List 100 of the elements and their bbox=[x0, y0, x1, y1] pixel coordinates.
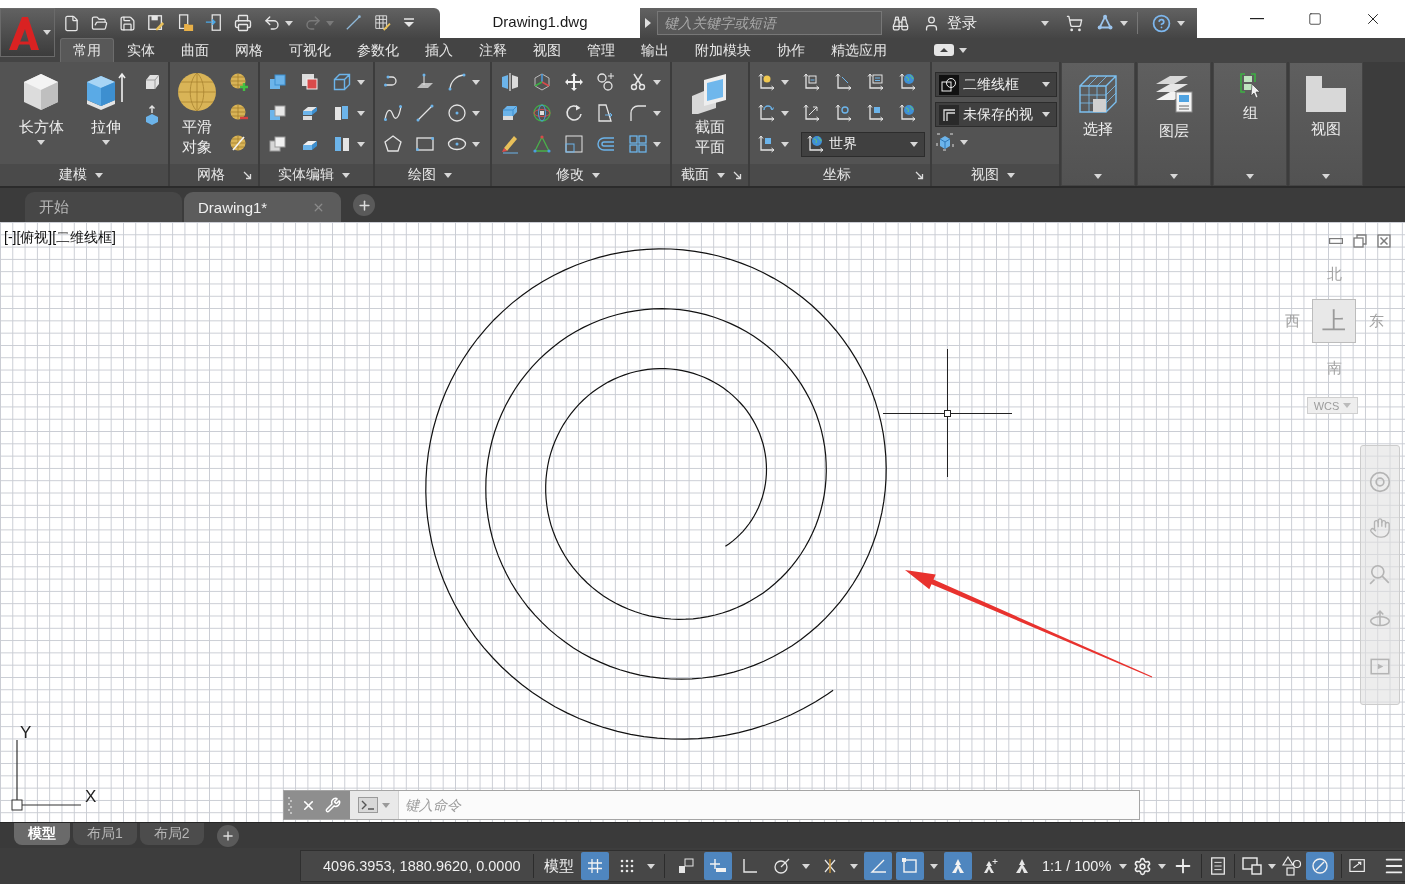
gizmo-icon[interactable] bbox=[532, 72, 552, 92]
grip-icon[interactable] bbox=[288, 795, 292, 815]
figure-toggle[interactable] bbox=[944, 852, 972, 880]
binoculars-icon[interactable] bbox=[892, 14, 909, 32]
ribbon-tab[interactable]: 可视化 bbox=[276, 38, 344, 62]
annotation-scale-button[interactable]: 1:1 / 100% bbox=[1040, 852, 1114, 880]
ribbon-tab[interactable]: 曲面 bbox=[168, 38, 222, 62]
collapse-icon[interactable] bbox=[934, 44, 954, 56]
panel-title[interactable]: 网格 bbox=[170, 164, 258, 186]
close-icon[interactable] bbox=[1377, 234, 1391, 248]
layout-tab[interactable]: 布局2 bbox=[139, 823, 204, 845]
prompt-icon[interactable] bbox=[358, 797, 378, 813]
ribbon-tab[interactable]: 附加模块 bbox=[682, 38, 764, 62]
axes-icon[interactable] bbox=[833, 103, 853, 123]
square-corner-toggle[interactable] bbox=[896, 852, 924, 880]
caret-icon[interactable] bbox=[357, 141, 365, 147]
axes-globe-icon[interactable] bbox=[897, 72, 917, 92]
axes-globe-icon[interactable] bbox=[805, 134, 825, 154]
move-arrows-icon[interactable] bbox=[564, 72, 584, 92]
dropdown[interactable]: 未保存的视 bbox=[935, 102, 1057, 127]
panel-title[interactable]: 视图 bbox=[932, 164, 1059, 186]
rotate-icon[interactable] bbox=[564, 103, 584, 123]
ribbon-tab[interactable]: 注释 bbox=[466, 38, 520, 62]
panel-title[interactable]: 截面 bbox=[672, 164, 748, 186]
sphere-plus-icon[interactable] bbox=[229, 72, 249, 92]
tool-button[interactable]: 长方体 bbox=[12, 70, 70, 145]
scissors-icon[interactable] bbox=[628, 72, 648, 92]
spline-icon[interactable] bbox=[383, 103, 403, 123]
open-folder-icon[interactable] bbox=[91, 14, 108, 32]
ribbon-tab[interactable]: 精选应用 bbox=[818, 38, 900, 62]
caret-icon[interactable] bbox=[357, 110, 365, 116]
dropdown[interactable]: 二维线框 bbox=[935, 72, 1057, 97]
ribbon-tab[interactable]: 常用 bbox=[60, 38, 114, 62]
block-icon[interactable] bbox=[500, 103, 520, 123]
caret-icon[interactable] bbox=[357, 79, 365, 85]
squares-icon[interactable] bbox=[300, 72, 320, 92]
tool-button[interactable]: 拉伸 bbox=[80, 70, 132, 145]
undo-icon[interactable] bbox=[263, 14, 281, 32]
axes-square-icon[interactable] bbox=[801, 72, 821, 92]
sign-in-button[interactable]: 登录 bbox=[923, 13, 977, 33]
arc-icon[interactable] bbox=[447, 72, 467, 92]
cube-icon[interactable] bbox=[935, 132, 955, 152]
axes-arrow-icon[interactable] bbox=[756, 103, 776, 123]
caret-icon[interactable] bbox=[285, 20, 293, 26]
caret-icon[interactable] bbox=[1268, 863, 1277, 869]
plus-bar-toggle[interactable] bbox=[704, 852, 732, 880]
triangle-nodes-icon[interactable] bbox=[1097, 14, 1115, 32]
export-icon[interactable] bbox=[205, 14, 223, 32]
dropdown[interactable]: 世界 bbox=[801, 131, 925, 157]
drawing-canvas[interactable]: [-][俯视][二维线框] Y X 北 西 上 东 南 WCS 键入命令 bbox=[0, 222, 1405, 822]
ribbon-tab[interactable]: 输出 bbox=[628, 38, 682, 62]
panels-icon[interactable] bbox=[332, 134, 352, 154]
caret-icon[interactable] bbox=[472, 110, 480, 116]
ribbon-tab[interactable]: 参数化 bbox=[344, 38, 412, 62]
print-icon[interactable] bbox=[234, 14, 252, 32]
ribbon-button[interactable]: 视图 bbox=[1289, 62, 1363, 186]
caret-icon[interactable] bbox=[1177, 20, 1185, 26]
ribbon-tab[interactable]: 协作 bbox=[764, 38, 818, 62]
caret-icon[interactable] bbox=[1120, 20, 1128, 26]
viewport-control[interactable]: [俯视] bbox=[16, 229, 53, 247]
panel-title[interactable]: 坐标 bbox=[750, 164, 930, 186]
caret-icon[interactable] bbox=[647, 863, 655, 869]
caret-icon[interactable] bbox=[653, 141, 661, 147]
new-layout-button[interactable] bbox=[216, 824, 239, 847]
line-icon[interactable] bbox=[415, 103, 435, 123]
panel-title[interactable]: 建模 bbox=[0, 164, 168, 186]
ribbon-button[interactable]: 组 bbox=[1213, 62, 1287, 186]
viewport-control[interactable]: [二维线框] bbox=[52, 229, 116, 247]
layout-tab[interactable]: 布局1 bbox=[73, 823, 137, 845]
caret-icon[interactable] bbox=[1041, 20, 1049, 26]
workspace-icon[interactable] bbox=[374, 14, 392, 32]
wrench-icon[interactable] bbox=[325, 797, 341, 813]
search-field[interactable]: 键入关键字或短语 bbox=[657, 11, 882, 35]
caret-icon[interactable] bbox=[653, 79, 661, 85]
caret-icon[interactable] bbox=[781, 141, 789, 147]
cart-icon[interactable] bbox=[1066, 14, 1083, 32]
caret-icon[interactable] bbox=[960, 139, 968, 145]
circle-icon[interactable] bbox=[447, 103, 467, 123]
axes-bulb-icon[interactable] bbox=[756, 72, 776, 92]
axes-square-icon[interactable] bbox=[865, 103, 885, 123]
settings-icon[interactable] bbox=[1133, 856, 1153, 876]
panel-title[interactable]: 修改 bbox=[492, 164, 670, 186]
fullscreen-icon[interactable] bbox=[1349, 857, 1368, 875]
viewport-control[interactable]: [-] bbox=[4, 229, 17, 247]
stacked-squares-icon[interactable] bbox=[268, 134, 288, 154]
panel-title[interactable]: 绘图 bbox=[375, 164, 490, 186]
axes-icon[interactable] bbox=[833, 72, 853, 92]
caret-icon[interactable] bbox=[472, 141, 480, 147]
grid-toggle[interactable] bbox=[581, 852, 609, 880]
caret-icon[interactable] bbox=[472, 79, 480, 85]
restore-icon[interactable] bbox=[1353, 234, 1367, 248]
corner-icon[interactable] bbox=[939, 104, 959, 125]
line-icon[interactable] bbox=[345, 14, 363, 32]
ribbon-button[interactable]: 图层 bbox=[1137, 62, 1211, 186]
shapes-icon[interactable] bbox=[1282, 856, 1303, 876]
globe-icon[interactable] bbox=[532, 103, 552, 123]
mirror-icon[interactable] bbox=[500, 72, 520, 92]
command-input[interactable]: 键入命令 bbox=[398, 791, 1139, 819]
pentagon-icon[interactable] bbox=[383, 134, 403, 154]
scale-icon[interactable] bbox=[564, 134, 584, 154]
